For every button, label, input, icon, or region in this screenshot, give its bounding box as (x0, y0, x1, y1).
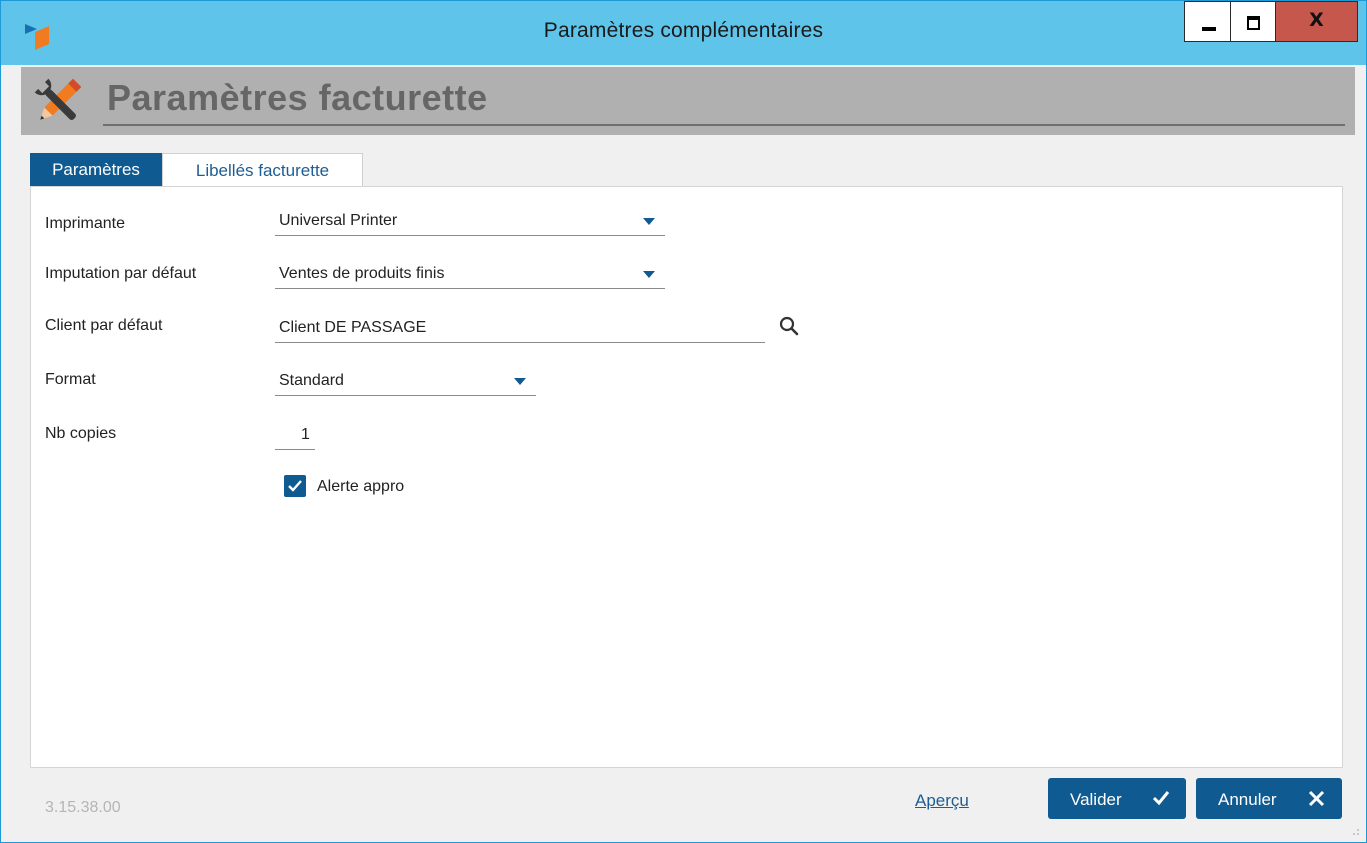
client-value: Client DE PASSAGE (279, 319, 427, 336)
version-text: 3.15.38.00 (45, 799, 121, 816)
check-icon (288, 480, 302, 492)
alerte-appro-label: Alerte appro (317, 478, 405, 495)
settings-panel: Imprimante Universal Printer Imputation … (30, 186, 1343, 768)
title-bar[interactable]: Paramètres complémentaires X (1, 1, 1366, 65)
minimize-icon (1202, 27, 1216, 31)
minimize-button[interactable] (1184, 1, 1231, 42)
nb-copies-input[interactable]: 1 (275, 419, 315, 450)
valider-label: Valider (1070, 790, 1122, 809)
imputation-label: Imputation par défaut (45, 265, 197, 282)
tab-libelles-facturette[interactable]: Libellés facturette (162, 153, 363, 186)
annuler-button[interactable]: Annuler (1196, 778, 1342, 819)
imprimante-select[interactable]: Universal Printer (275, 205, 665, 236)
format-value: Standard (279, 372, 344, 389)
format-select[interactable]: Standard (275, 365, 536, 396)
page-title: Paramètres facturette (107, 77, 488, 118)
tab-parametres[interactable]: Paramètres (30, 153, 162, 186)
chevron-down-icon (643, 218, 655, 225)
client-label: Client par défaut (45, 317, 163, 334)
valider-button[interactable]: Valider (1048, 778, 1186, 819)
chevron-down-icon (514, 378, 526, 385)
imputation-value: Ventes de produits finis (279, 265, 445, 282)
dialog-window: Paramètres complémentaires X Paramètres … (0, 0, 1367, 843)
annuler-label: Annuler (1218, 790, 1277, 809)
client-input[interactable]: Client DE PASSAGE (275, 312, 765, 343)
close-icon: X (1309, 9, 1324, 31)
nb-copies-label: Nb copies (45, 425, 117, 442)
resize-grip-icon[interactable] (1348, 824, 1360, 836)
chevron-down-icon (643, 271, 655, 278)
imprimante-label: Imprimante (45, 215, 126, 232)
window-title: Paramètres complémentaires (543, 19, 824, 42)
close-icon (1308, 790, 1325, 807)
alerte-appro-checkbox[interactable] (284, 475, 306, 497)
header-underline (103, 124, 1345, 126)
close-button[interactable]: X (1275, 1, 1358, 42)
maximize-icon (1247, 16, 1260, 30)
header-bar: Paramètres facturette (21, 67, 1355, 135)
maximize-button[interactable] (1230, 1, 1276, 42)
search-icon[interactable] (778, 315, 800, 337)
apercu-link[interactable]: Aperçu (915, 791, 969, 811)
nb-copies-value: 1 (301, 426, 310, 443)
checkmark-icon (1152, 791, 1170, 806)
imputation-select[interactable]: Ventes de produits finis (275, 258, 665, 289)
format-label: Format (45, 371, 96, 388)
tools-icon (34, 78, 82, 120)
imprimante-value: Universal Printer (279, 212, 398, 229)
